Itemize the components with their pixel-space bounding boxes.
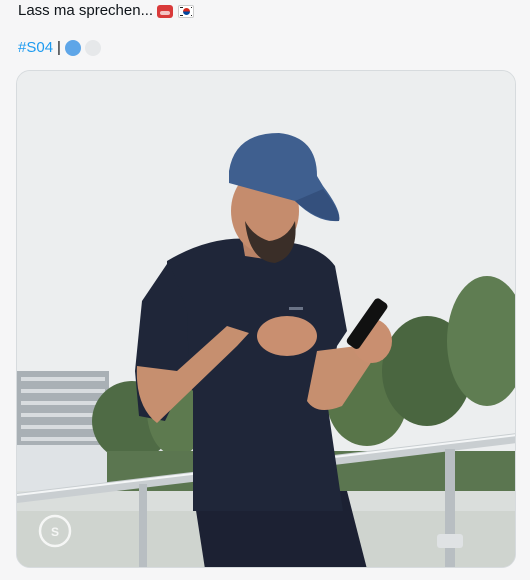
svg-text:S: S bbox=[51, 525, 59, 539]
telephone-emoji-icon bbox=[157, 4, 174, 18]
hashtag-s04-link[interactable]: #S04 bbox=[18, 39, 53, 56]
tweet-text-body: Lass ma sprechen... bbox=[18, 2, 154, 19]
white-circle-emoji-icon bbox=[84, 39, 101, 56]
hashtag-line: #S04 | bbox=[18, 39, 101, 56]
media-image[interactable]: S bbox=[16, 70, 516, 568]
south-korea-flag-icon bbox=[178, 4, 195, 18]
tweet-text: Lass ma sprechen... bbox=[18, 2, 195, 20]
tweet: Lass ma sprechen... #S04 | S bbox=[0, 0, 530, 580]
separator: | bbox=[57, 39, 61, 56]
blue-circle-emoji-icon bbox=[64, 39, 81, 56]
